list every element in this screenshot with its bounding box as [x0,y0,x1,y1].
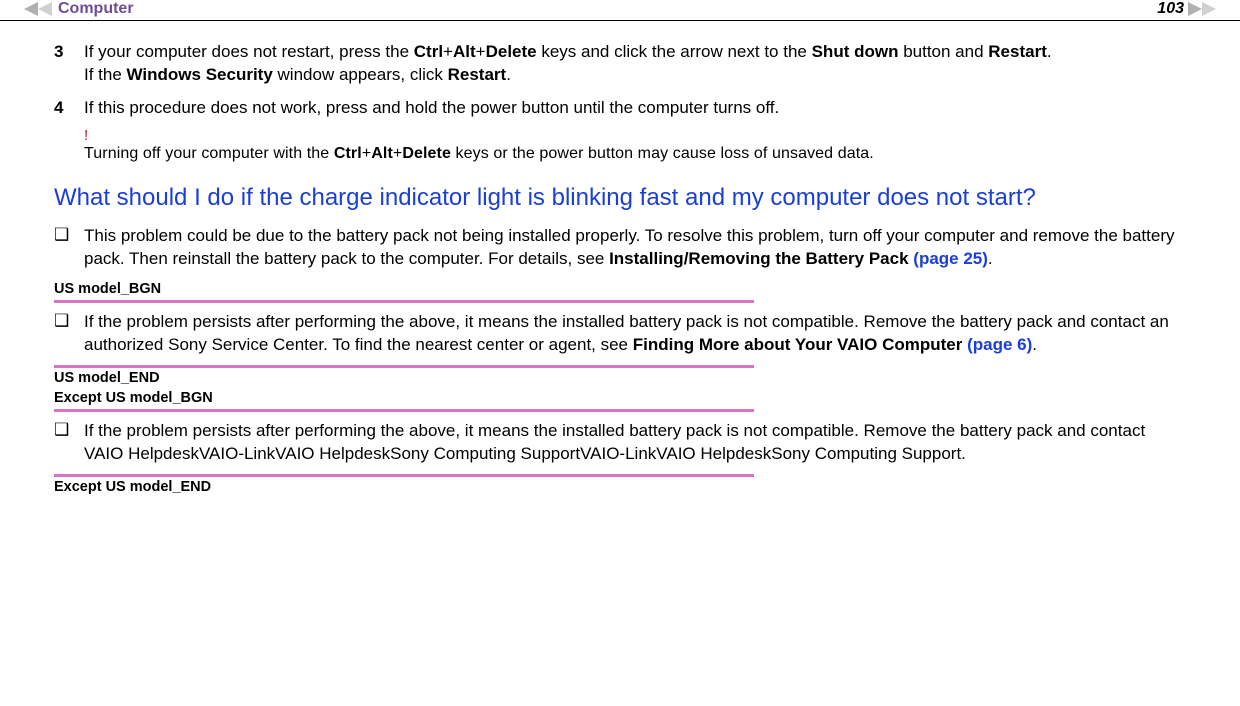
bold-text: Ctrl [414,42,443,61]
bullet-icon: ❑ [54,311,84,357]
region-bar [54,365,754,368]
step-body: If your computer does not restart, press… [84,41,1052,87]
numbered-step: 3If your computer does not restart, pres… [54,41,1186,87]
bold-text: Restart [988,42,1047,61]
section-heading: What should I do if the charge indicator… [54,183,1186,213]
header-left-group: Computer [24,0,134,18]
bullet-list-except: ❑If the problem persists after performin… [54,420,1186,466]
prev-page-arrow-icon[interactable] [24,2,52,16]
region-label-us-bgn: US model_BGN [54,281,1186,298]
bullet-item: ❑If the problem persists after performin… [54,420,1186,466]
bold-text: Restart [448,65,507,84]
bullet-icon: ❑ [54,225,84,271]
region-bar [54,300,754,303]
warning-icon: ! [84,128,1186,145]
bullet-body: This problem could be due to the battery… [84,225,1186,271]
step-number: 3 [54,41,84,87]
bullet-body: If the problem persists after performing… [84,311,1186,357]
bold-text: Delete [402,145,451,162]
next-page-arrow-icon[interactable] [1188,2,1216,16]
bold-text: Finding More about Your VAIO Computer [633,335,967,354]
warning-block: ! Turning off your computer with the Ctr… [84,128,1186,165]
region-bar [54,409,754,412]
bold-text: Alt [371,145,393,162]
bullet-list-us: ❑If the problem persists after performin… [54,311,1186,357]
header-title: Computer [58,0,134,18]
page-header: Computer 103 [0,0,1240,20]
bullet-item: ❑If the problem persists after performin… [54,311,1186,357]
region-label-except-bgn: Except US model_BGN [54,390,1186,407]
bold-text: Installing/Removing the Battery Pack [609,249,913,268]
bullet-icon: ❑ [54,420,84,466]
bullet-list: ❑This problem could be due to the batter… [54,225,1186,271]
bullet-item: ❑This problem could be due to the batter… [54,225,1186,271]
header-divider [0,20,1240,21]
header-right-group: 103 [1157,0,1216,18]
step-body: If this procedure does not work, press a… [84,97,779,120]
bold-text: Ctrl [334,145,362,162]
warning-text: Turning off your computer with the Ctrl+… [84,144,1186,165]
step-number: 4 [54,97,84,120]
document-page: Computer 103 3If your computer does not … [0,0,1240,508]
page-link[interactable]: (page 6) [967,335,1032,354]
page-content: 3If your computer does not restart, pres… [0,41,1240,508]
page-number: 103 [1157,0,1184,18]
page-link[interactable]: (page 25) [913,249,988,268]
region-label-except-end: Except US model_END [54,479,1186,496]
region-label-us-end: US model_END [54,370,1186,387]
bold-text: Windows Security [127,65,273,84]
bold-text: Delete [486,42,537,61]
bold-text: Alt [453,42,476,61]
region-bar [54,474,754,477]
numbered-step: 4If this procedure does not work, press … [54,97,1186,120]
numbered-steps: 3If your computer does not restart, pres… [54,41,1186,120]
bold-text: Shut down [812,42,899,61]
bullet-body: If the problem persists after performing… [84,420,1186,466]
